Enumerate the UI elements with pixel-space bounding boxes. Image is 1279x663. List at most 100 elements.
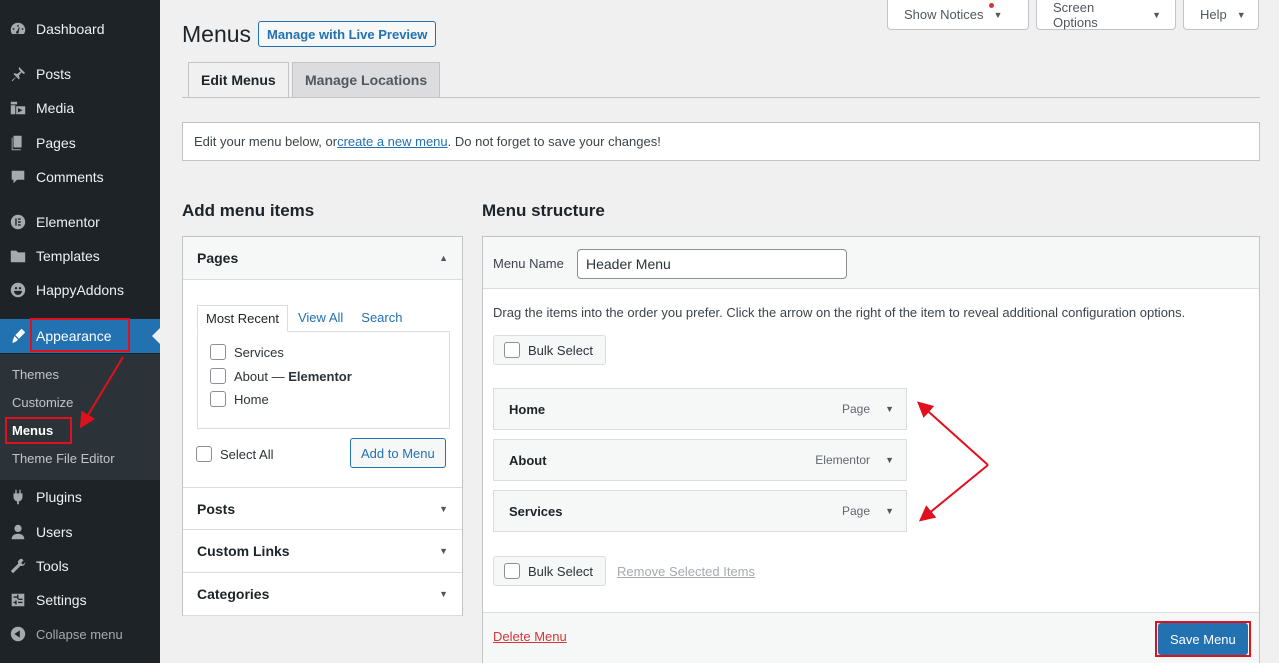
edit-notice: Edit your menu below, or create a new me… [182, 122, 1260, 161]
folder-icon [0, 247, 36, 265]
bulk-select-button-top[interactable]: Bulk Select [493, 335, 606, 365]
menu-item-row-services[interactable]: Services Page ▼ [493, 490, 907, 532]
sidebar-item-media[interactable]: Media [0, 93, 160, 123]
add-menu-items-panel: Pages ▲ Most Recent View All Search Serv… [182, 236, 463, 616]
tab-search[interactable]: Search [353, 305, 410, 332]
screen-options-label: Screen Options [1053, 0, 1098, 30]
chevron-down-icon: ▼ [439, 589, 448, 599]
list-item[interactable]: Home [210, 391, 269, 407]
annotation-box-menus [5, 417, 72, 444]
sidebar-item-label: Elementor [36, 214, 100, 230]
section-custom-links-header[interactable]: Custom Links ▼ [183, 530, 462, 573]
sidebar-item-posts[interactable]: Posts [0, 59, 160, 89]
menu-item-row-about[interactable]: About Elementor ▼ [493, 439, 907, 481]
pages-inner-tabs: Most Recent View All Search [197, 305, 412, 332]
tab-edit-menus[interactable]: Edit Menus [188, 62, 289, 98]
section-label: Categories [197, 586, 270, 602]
page-label: Services [234, 344, 284, 360]
sidebar-item-elementor[interactable]: Elementor [0, 207, 160, 237]
menu-name-input[interactable]: Header Menu [577, 249, 847, 279]
settings-icon [0, 591, 36, 609]
delete-menu-link[interactable]: Delete Menu [493, 629, 567, 644]
collapse-menu-button[interactable]: Collapse menu [0, 619, 160, 649]
chevron-up-icon: ▲ [439, 253, 448, 263]
submenu-item-themes[interactable]: Themes [12, 367, 59, 382]
section-pages-header[interactable]: Pages ▲ [183, 237, 462, 280]
page-label-suffix: Elementor [288, 368, 352, 384]
menu-item-title: About [509, 452, 547, 468]
sidebar-item-happyaddons[interactable]: HappyAddons [0, 275, 160, 305]
sidebar-item-comments[interactable]: Comments [0, 162, 160, 192]
menu-item-title: Home [509, 401, 546, 417]
tab-most-recent[interactable]: Most Recent [197, 305, 288, 332]
drag-instructions: Drag the items into the order you prefer… [493, 305, 1186, 320]
menu-footer: Delete Menu [483, 612, 1259, 663]
select-all-checkbox-row[interactable]: Select All [196, 446, 273, 462]
menu-structure-panel: Menu Name Header Menu Drag the items int… [482, 236, 1260, 663]
chevron-down-icon[interactable]: ▼ [885, 455, 894, 465]
collapse-label: Collapse menu [36, 626, 123, 642]
chevron-down-icon[interactable]: ▼ [885, 404, 894, 414]
elementor-icon [0, 213, 36, 231]
menu-item-type: Elementor [815, 453, 870, 467]
show-notices-button[interactable]: Show Notices ▼ [887, 0, 1029, 30]
chevron-down-icon: ▼ [1152, 9, 1161, 20]
plug-icon [0, 488, 36, 506]
sidebar-item-tools[interactable]: Tools [0, 551, 160, 581]
sidebar-item-label: HappyAddons [36, 282, 124, 298]
section-posts-header[interactable]: Posts ▼ [183, 487, 462, 530]
add-to-menu-button[interactable]: Add to Menu [350, 438, 446, 468]
checkbox[interactable] [210, 344, 226, 360]
sidebar-item-dashboard[interactable]: Dashboard [0, 14, 160, 44]
sidebar-item-templates[interactable]: Templates [0, 241, 160, 271]
create-new-menu-link[interactable]: create a new menu [337, 134, 448, 149]
menu-item-type: Page [841, 402, 870, 416]
chevron-down-icon: ▼ [993, 9, 1003, 20]
page-label: Home [234, 391, 269, 407]
menu-structure-heading: Menu structure [482, 201, 605, 220]
menu-item-type: Page [841, 504, 870, 518]
notice-text-before: Edit your menu below, or [194, 134, 338, 149]
current-menu-pointer [152, 328, 160, 344]
media-icon [0, 99, 36, 117]
sidebar-item-label: Tools [36, 558, 69, 574]
tab-view-all[interactable]: View All [290, 305, 351, 332]
sidebar-item-label: Settings [36, 592, 87, 608]
help-button[interactable]: Help ▼ [1183, 0, 1259, 30]
remove-selected-items-link[interactable]: Remove Selected Items [617, 564, 755, 579]
checkbox[interactable] [196, 446, 212, 462]
wrench-icon [0, 557, 36, 575]
tab-divider [182, 97, 1260, 98]
notice-text-after: . Do not forget to save your changes! [447, 134, 661, 149]
collapse-icon [0, 625, 36, 643]
sidebar-item-plugins[interactable]: Plugins [0, 482, 160, 512]
manage-live-preview-button[interactable]: Manage with Live Preview [258, 21, 437, 47]
bulk-select-label: Bulk Select [528, 342, 594, 358]
bulk-select-button-bottom[interactable]: Bulk Select [493, 556, 606, 586]
checkbox[interactable] [210, 368, 226, 384]
submenu-item-customize[interactable]: Customize [12, 395, 73, 410]
screen-options-button[interactable]: Screen Options ▼ [1036, 0, 1176, 30]
checkbox[interactable] [504, 342, 520, 358]
submenu-item-theme-file-editor[interactable]: Theme File Editor [12, 451, 115, 466]
sidebar-item-settings[interactable]: Settings [0, 585, 160, 615]
checkbox[interactable] [504, 563, 520, 579]
list-item[interactable]: Services [210, 344, 284, 360]
sidebar-item-label: Dashboard [36, 21, 105, 37]
chevron-down-icon[interactable]: ▼ [885, 506, 894, 516]
dashboard-icon [0, 20, 36, 38]
chevron-down-icon: ▼ [439, 546, 448, 556]
pin-icon [0, 65, 36, 83]
pages-icon [0, 134, 36, 152]
tab-manage-locations[interactable]: Manage Locations [292, 62, 441, 98]
section-categories-header[interactable]: Categories ▼ [183, 573, 462, 616]
list-item[interactable]: About — Elementor [210, 368, 352, 384]
sidebar-item-users[interactable]: Users [0, 517, 160, 547]
menu-item-row-home[interactable]: Home Page ▼ [493, 388, 907, 430]
sidebar-item-label: Plugins [36, 489, 82, 505]
section-label: Custom Links [197, 543, 290, 559]
sidebar-item-pages[interactable]: Pages [0, 128, 160, 158]
checkbox[interactable] [210, 391, 226, 407]
menu-name-bar: Menu Name Header Menu [483, 237, 1259, 289]
menu-item-title: Services [509, 503, 563, 519]
